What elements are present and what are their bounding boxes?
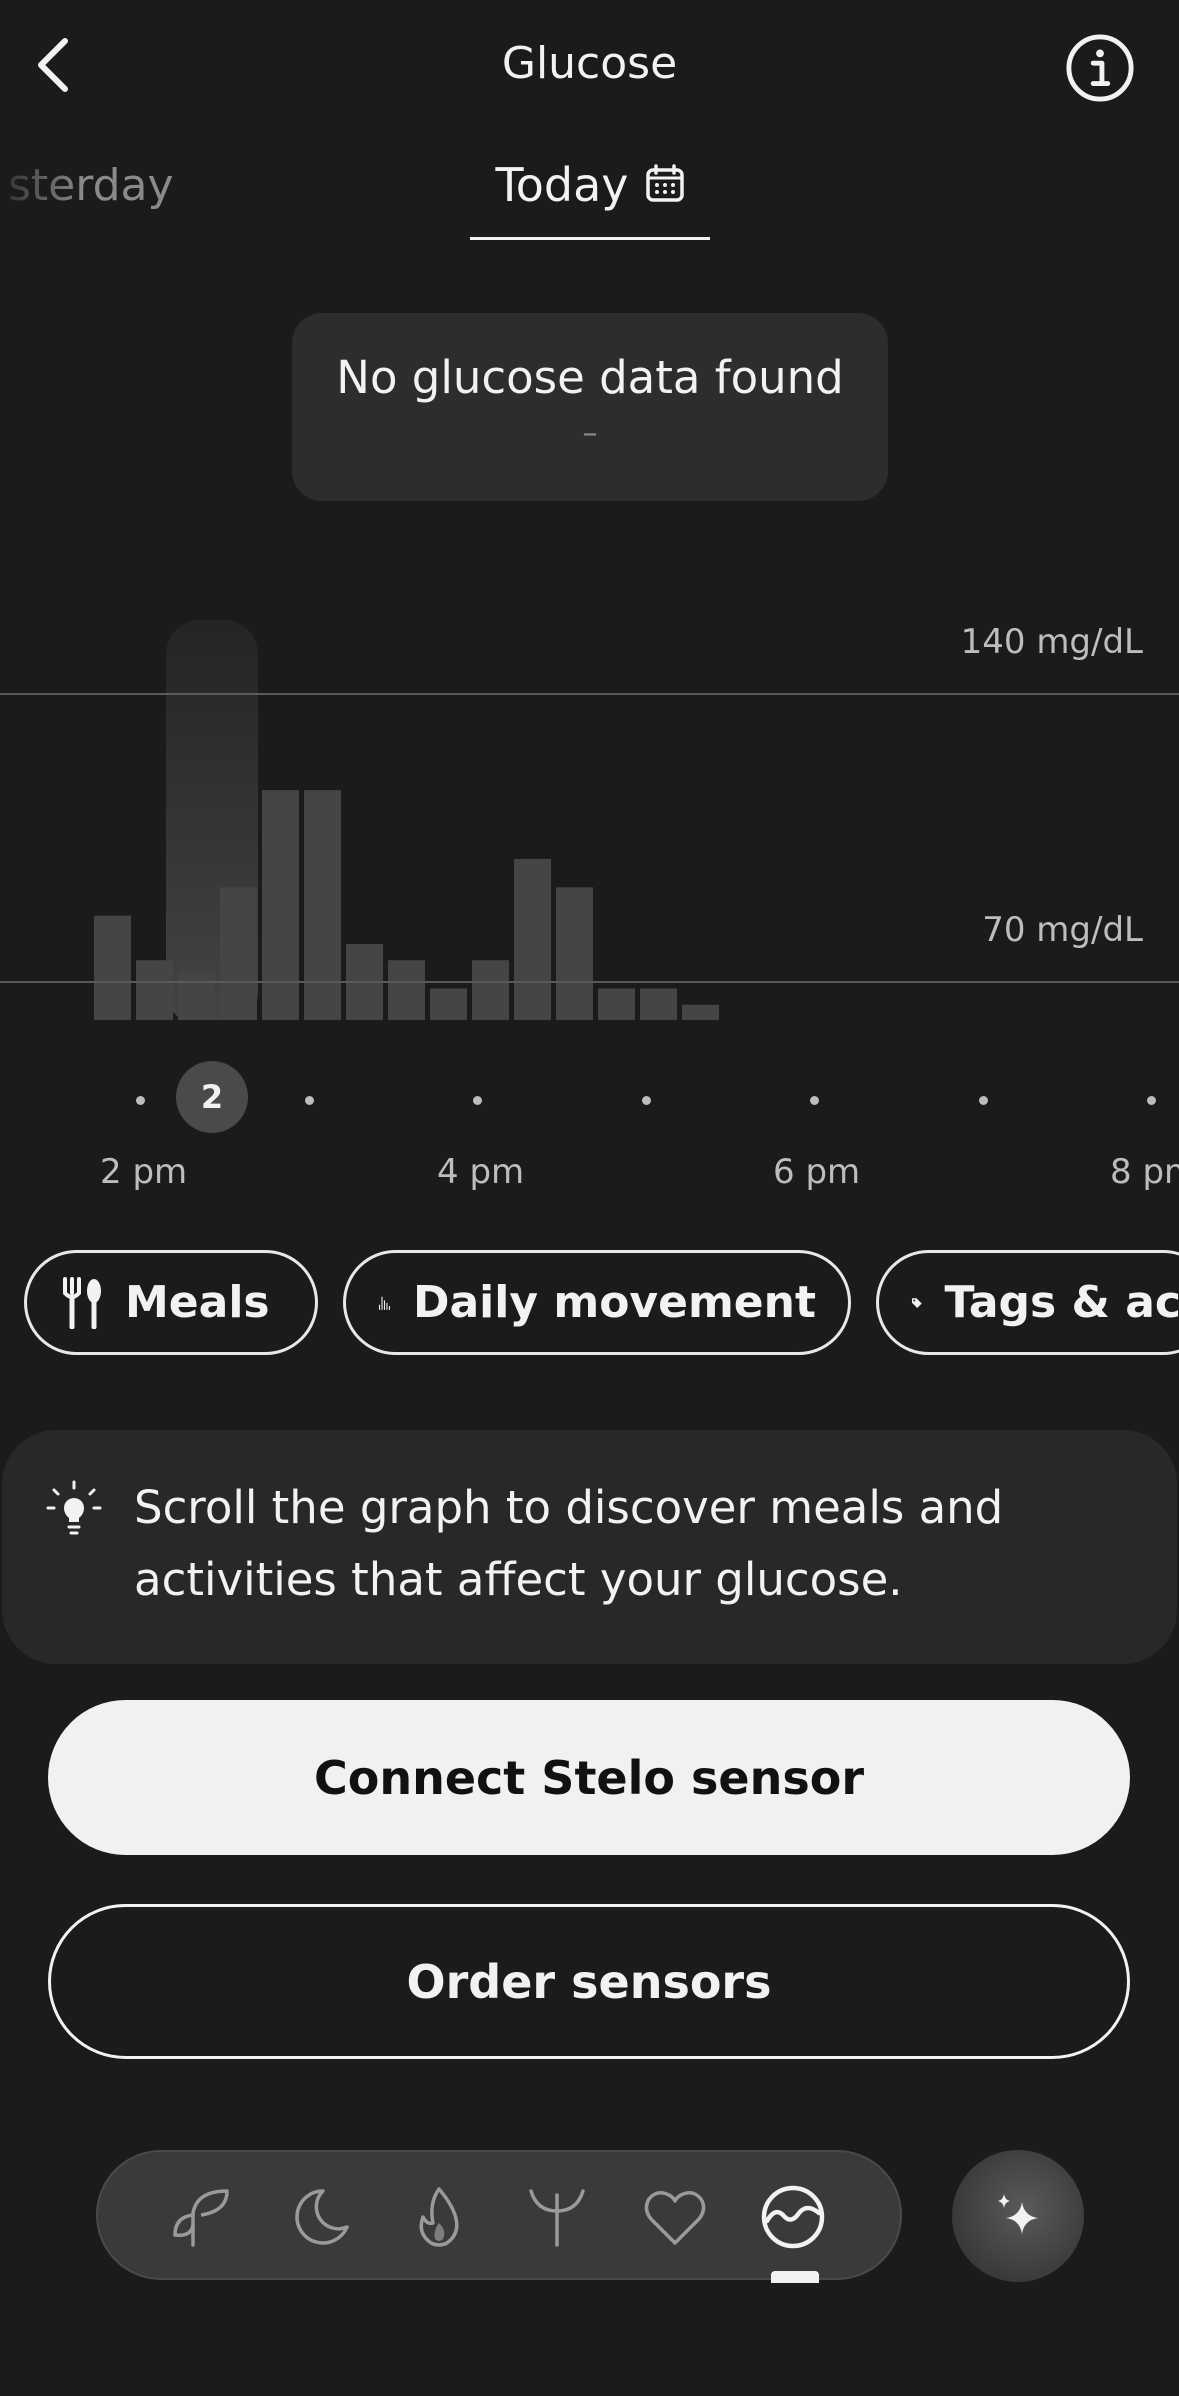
nav-item-sleep[interactable] (262, 2152, 380, 2282)
bottom-nav (96, 2150, 902, 2280)
time-label-8pm: 8 pm (1110, 1152, 1179, 1192)
nav-item-activity[interactable] (380, 2152, 498, 2282)
nav-active-indicator (771, 2271, 819, 2283)
calendar-icon[interactable] (645, 164, 685, 204)
fork-knife-icon (63, 1276, 101, 1329)
glucose-chart-svg (94, 620, 719, 1020)
timeline-dot (473, 1096, 482, 1105)
sparkles-icon (998, 2194, 1038, 2234)
status-title: No glucose data found (336, 351, 844, 404)
status-subtitle: – (582, 416, 598, 451)
glucose-screen: Glucose sterday Today No glucose data fo… (0, 0, 1179, 2396)
tip-card: Scroll the graph to discover meals and a… (2, 1430, 1177, 1664)
page-title: Glucose (501, 38, 678, 89)
chart-bar (430, 988, 467, 1020)
time-label-2pm: 2 pm (100, 1152, 188, 1192)
status-card: No glucose data found – (292, 313, 888, 501)
tag-icon (912, 1297, 922, 1308)
nav-item-growth[interactable] (144, 2152, 262, 2282)
chart-bar (556, 887, 593, 1020)
chart-bar (220, 887, 257, 1020)
filter-chip-label: Daily movement (412, 1277, 816, 1328)
filter-chip-tags[interactable]: Tags & ac (876, 1250, 1179, 1355)
chart-bar (136, 960, 173, 1020)
glucose-chart[interactable]: 140 mg/dL 70 mg/dL (0, 600, 1179, 1020)
tab-today-label: Today (495, 158, 629, 212)
glucose-wave-icon (761, 2185, 825, 2249)
filter-chip-meals[interactable]: Meals (24, 1250, 318, 1355)
ref-line-70 (0, 981, 1179, 983)
chart-bar (304, 790, 341, 1020)
info-icon (1066, 34, 1134, 102)
ref-label-70: 70 mg/dL (982, 910, 1143, 950)
lightbulb-icon (46, 1480, 102, 1535)
activity-bars-icon (379, 1296, 390, 1310)
info-button[interactable] (1065, 33, 1135, 103)
heart-icon (644, 2191, 706, 2245)
ai-assistant-button[interactable] (952, 2150, 1084, 2282)
ref-label-140: 140 mg/dL (960, 622, 1143, 662)
chart-bar (472, 960, 509, 1020)
chart-bar (388, 960, 425, 1020)
timeline-dot (305, 1096, 314, 1105)
timeline-dot (642, 1096, 651, 1105)
tab-today[interactable]: Today (470, 158, 710, 240)
chart-bar (262, 790, 299, 1020)
chart-bar (598, 988, 635, 1020)
filter-chip-label: Meals (125, 1277, 270, 1328)
moon-icon (295, 2189, 349, 2245)
timeline-dot (979, 1096, 988, 1105)
tab-yesterday[interactable]: sterday (8, 160, 174, 211)
timeline-dot (1147, 1096, 1156, 1105)
chart-bar (640, 988, 677, 1020)
timeline-dot (136, 1096, 145, 1105)
sprout-icon (173, 2189, 229, 2247)
order-sensors-button[interactable]: Order sensors (48, 1904, 1130, 2059)
connect-sensor-button[interactable]: Connect Stelo sensor (48, 1700, 1130, 1855)
flame-icon (419, 2187, 459, 2247)
filter-chip-daily-movement[interactable]: Daily movement (343, 1250, 851, 1355)
timeline-dot (810, 1096, 819, 1105)
time-label-6pm: 6 pm (773, 1152, 861, 1192)
event-count-badge[interactable]: 2 (176, 1061, 248, 1133)
nav-item-glucose[interactable] (734, 2152, 852, 2282)
chart-bar (94, 915, 131, 1020)
filter-chip-label: Tags & ac (944, 1277, 1179, 1328)
ref-line-140 (0, 693, 1179, 695)
sprout-fork-icon (529, 2189, 585, 2247)
chart-bar (178, 972, 215, 1020)
chart-bar (682, 1004, 719, 1020)
time-label-4pm: 4 pm (437, 1152, 525, 1192)
chart-bar (514, 858, 551, 1020)
tip-text: Scroll the graph to discover meals and a… (134, 1481, 1004, 1606)
nav-item-nutrition[interactable] (498, 2152, 616, 2282)
nav-item-heart[interactable] (616, 2152, 734, 2282)
